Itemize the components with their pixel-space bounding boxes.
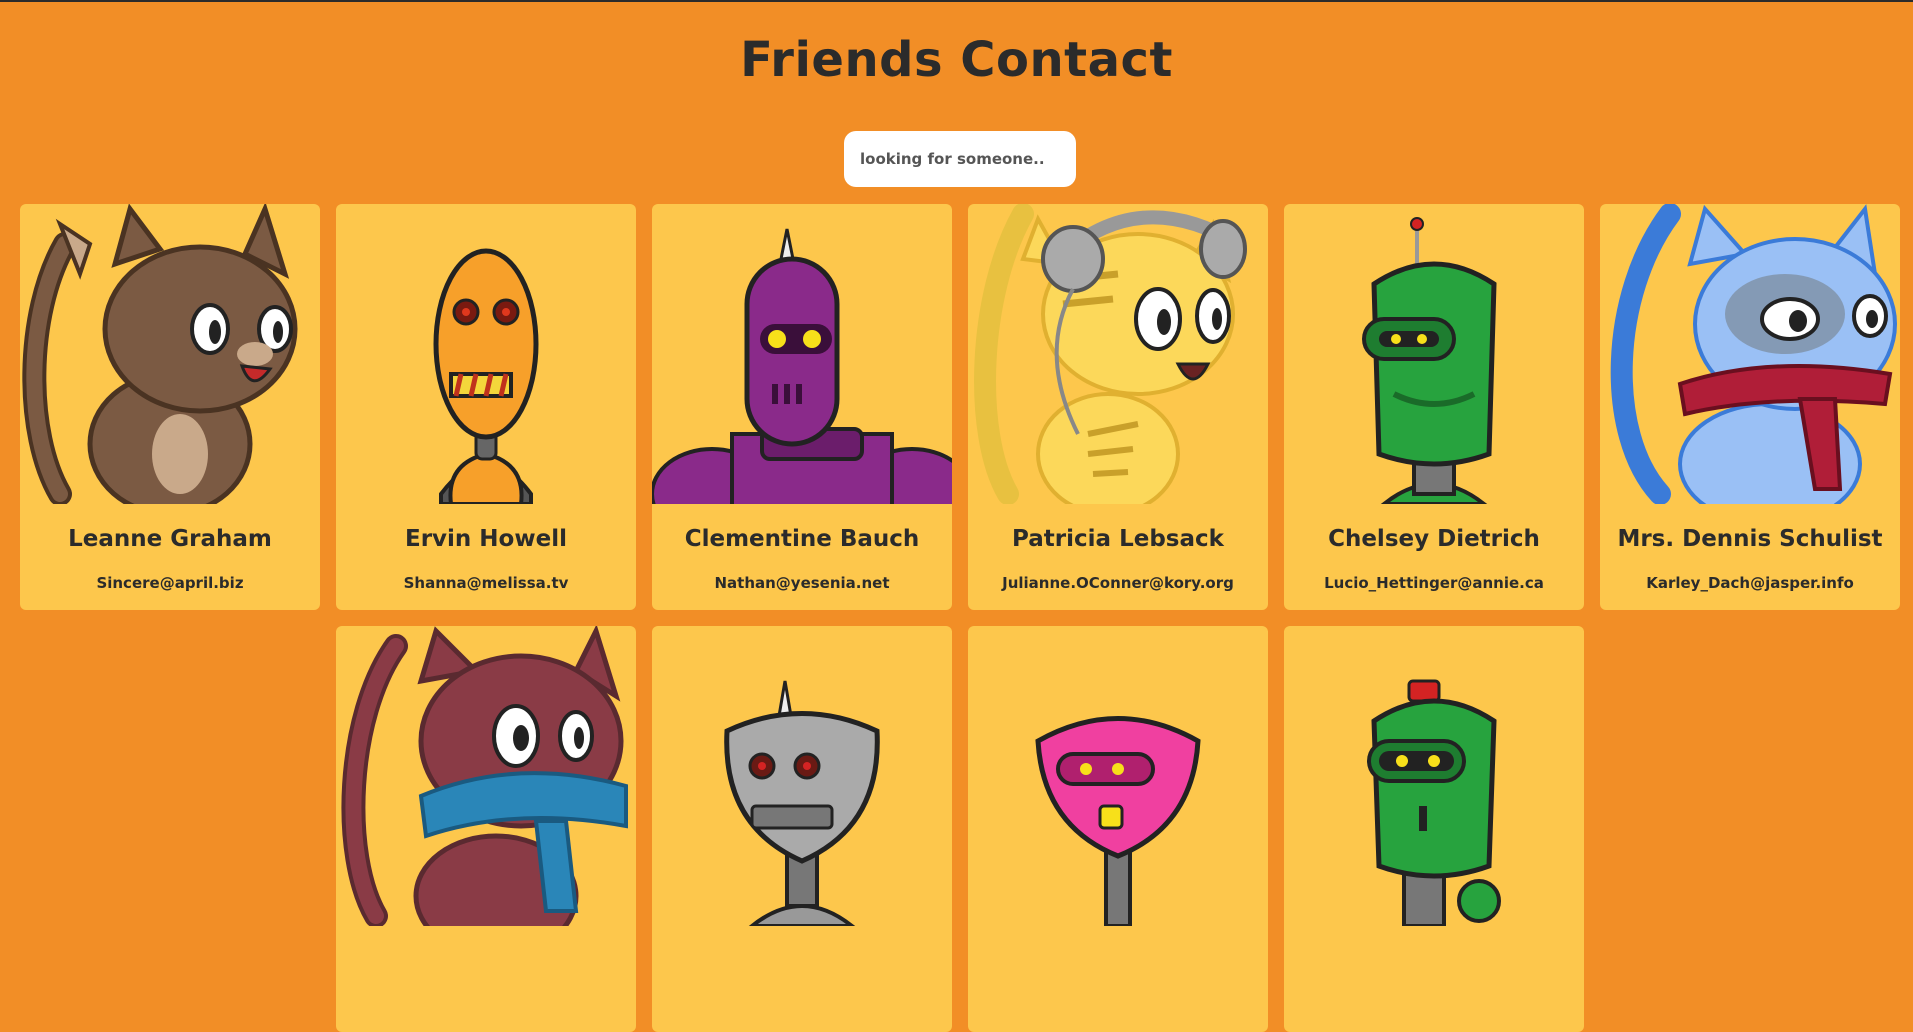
- gray-robot-icon: [724, 680, 880, 926]
- friend-email: Sincere@april.biz: [96, 574, 244, 592]
- brown-cat-icon: [22, 204, 298, 504]
- friend-name: Clementine Bauch: [684, 526, 920, 552]
- friend-email: Karley_Dach@jasper.info: [1646, 574, 1854, 592]
- friend-card[interactable]: [336, 626, 636, 1032]
- friend-card[interactable]: Chelsey Dietrich Lucio_Hettinger@annie.c…: [1284, 204, 1584, 610]
- friend-card[interactable]: [968, 626, 1268, 1032]
- friend-email: Lucio_Hettinger@annie.ca: [1324, 574, 1544, 592]
- friend-card[interactable]: Leanne Graham Sincere@april.biz: [20, 204, 320, 610]
- green-robot-hat-icon: [1367, 679, 1501, 926]
- maroon-cat-scarf-icon: [341, 626, 628, 926]
- purple-robot-icon: [652, 228, 952, 504]
- friend-email: Shanna@melissa.tv: [403, 574, 569, 592]
- friend-name: Ervin Howell: [405, 526, 567, 552]
- friend-card[interactable]: [1284, 626, 1584, 1032]
- friend-name: Leanne Graham: [68, 526, 272, 552]
- pink-robot-icon: [1035, 716, 1201, 926]
- friend-card[interactable]: [652, 626, 952, 1032]
- friend-name: Patricia Lebsack: [1012, 526, 1224, 552]
- yellow-cat-headphones-icon: [974, 204, 1247, 504]
- friend-card[interactable]: Mrs. Dennis Schulist Karley_Dach@jasper.…: [1600, 204, 1900, 610]
- friend-name: Mrs. Dennis Schulist: [1617, 526, 1883, 552]
- friend-email: Nathan@yesenia.net: [714, 574, 890, 592]
- friend-email: Julianne.OConner@kory.org: [1002, 574, 1234, 592]
- friend-name: Chelsey Dietrich: [1328, 526, 1540, 552]
- friend-card[interactable]: Clementine Bauch Nathan@yesenia.net: [652, 204, 952, 610]
- orange-robot-icon: [433, 248, 539, 504]
- friend-card[interactable]: Patricia Lebsack Julianne.OConner@kory.o…: [968, 204, 1268, 610]
- blue-cat-scarf-icon: [1610, 204, 1897, 504]
- page-title: Friends Contact: [740, 32, 1173, 88]
- friend-card[interactable]: Ervin Howell Shanna@melissa.tv: [336, 204, 636, 610]
- green-robot-antenna-icon: [1362, 217, 1497, 504]
- search-input[interactable]: [844, 131, 1076, 187]
